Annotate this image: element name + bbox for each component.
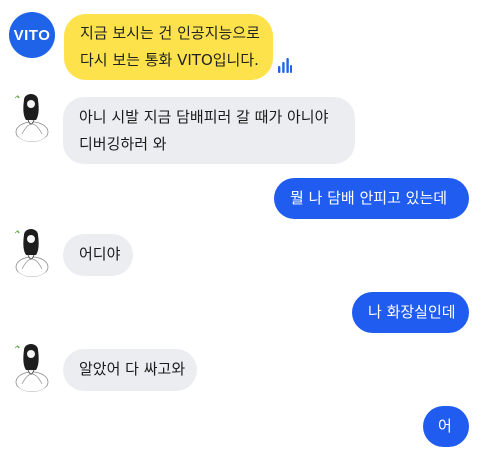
incoming-message[interactable]: 알았어 다 싸고와 xyxy=(63,349,197,391)
vito-logo-text: VITO xyxy=(13,26,51,44)
contact-avatar[interactable] xyxy=(8,225,56,277)
contact-avatar[interactable] xyxy=(8,90,56,142)
outgoing-message[interactable]: 어 xyxy=(423,406,469,447)
incoming-message[interactable]: 어디야 xyxy=(63,234,133,276)
contact-avatar[interactable] xyxy=(8,340,56,392)
sound-wave-icon[interactable] xyxy=(278,57,292,73)
message-text: 아니 시발 지금 담배피러 갈 때가 아니야 xyxy=(79,108,329,126)
incoming-message[interactable]: 아니 시발 지금 담배피러 갈 때가 아니야 디버깅하러 와 xyxy=(63,97,355,164)
message-text: 뭘 나 담배 안피고 있는데 xyxy=(290,189,448,207)
message-text: 나 화장실인데 xyxy=(368,303,456,321)
vito-intro-line: 지금 보시는 건 인공지능으로 xyxy=(80,24,260,42)
vito-logo: VITO xyxy=(9,12,55,58)
vito-intro-bubble: 지금 보시는 건 인공지능으로 다시 보는 통화 VITO입니다. xyxy=(64,14,273,80)
chat-screen: VITO 지금 보시는 건 인공지능으로 다시 보는 통화 VITO입니다. 아… xyxy=(0,0,480,454)
outgoing-message[interactable]: 나 화장실인데 xyxy=(352,292,469,333)
message-text: 어디야 xyxy=(79,245,121,263)
message-text: 디버깅하러 와 xyxy=(79,135,167,153)
message-text: 어 xyxy=(438,417,452,435)
message-text: 알았어 다 싸고와 xyxy=(79,360,186,378)
vito-intro-line: 다시 보는 통화 VITO입니다. xyxy=(80,51,259,69)
outgoing-message[interactable]: 뭘 나 담배 안피고 있는데 xyxy=(274,178,469,219)
